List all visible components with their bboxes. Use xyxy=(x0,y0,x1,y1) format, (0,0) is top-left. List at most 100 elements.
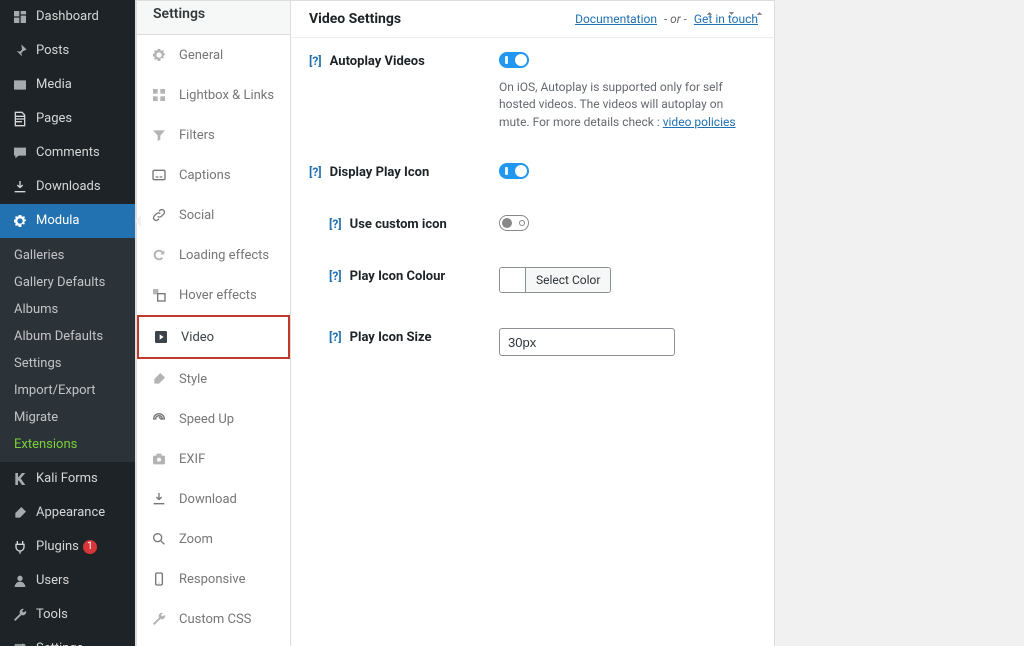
sidebar-item-appearance[interactable]: Appearance xyxy=(0,496,135,530)
sidebar-item-label: Settings xyxy=(36,641,83,646)
comment-icon xyxy=(10,143,30,163)
use-custom-icon-label: Use custom icon xyxy=(350,217,447,232)
sidebar-item-downloads[interactable]: Downloads xyxy=(0,170,135,204)
wrench-icon xyxy=(10,605,30,625)
sidebar-item-kali-forms[interactable]: Kali Forms xyxy=(0,462,135,496)
sidebar-item-settings[interactable]: Settings xyxy=(0,632,135,646)
sidebar-item-media[interactable]: Media xyxy=(0,68,135,102)
sidebar-item-posts[interactable]: Posts xyxy=(0,34,135,68)
update-badge: 1 xyxy=(83,540,97,554)
tab-captions[interactable]: Captions xyxy=(137,155,290,195)
display-play-icon-toggle[interactable] xyxy=(499,163,529,179)
autoplay-toggle[interactable] xyxy=(499,52,529,68)
panel-arrow-down-icon[interactable] xyxy=(724,6,738,20)
autoplay-description: On iOS, Autoplay is supported only for s… xyxy=(499,79,756,131)
tab-social[interactable]: Social xyxy=(137,195,290,235)
panel-collapse-icon[interactable] xyxy=(752,6,766,20)
submenu-galleries[interactable]: Galleries xyxy=(0,242,135,269)
tab-label: Style xyxy=(179,372,207,387)
play-icon-size-label: Play Icon Size xyxy=(350,330,432,345)
tab-speed-up[interactable]: Speed Up xyxy=(137,399,290,439)
sidebar-item-comments[interactable]: Comments xyxy=(0,136,135,170)
sidebar-item-users[interactable]: Users xyxy=(0,564,135,598)
dashboard-icon xyxy=(10,7,30,27)
tab-label: Download xyxy=(179,492,237,507)
tab-label: Hover effects xyxy=(179,288,257,303)
download-icon xyxy=(10,177,30,197)
tab-zoom[interactable]: Zoom xyxy=(137,519,290,559)
sidebar-item-label: Plugins xyxy=(36,539,79,555)
zoom-icon xyxy=(149,529,169,549)
sidebar-item-label: Users xyxy=(36,573,69,589)
tab-lightbox-links[interactable]: Lightbox & Links xyxy=(137,75,290,115)
brush-icon xyxy=(149,369,169,389)
play-icon-colour-label: Play Icon Colour xyxy=(350,269,446,284)
submenu-settings[interactable]: Settings xyxy=(0,350,135,377)
documentation-link[interactable]: Documentation xyxy=(575,12,657,26)
tab-loading-effects[interactable]: Loading effects xyxy=(137,235,290,275)
submenu-albums[interactable]: Albums xyxy=(0,296,135,323)
sidebar-item-label: Pages xyxy=(36,111,72,127)
sidebar-item-label: Tools xyxy=(36,607,68,623)
sidebar-item-tools[interactable]: Tools xyxy=(0,598,135,632)
sidebar-item-plugins[interactable]: Plugins 1 xyxy=(0,530,135,564)
help-icon[interactable]: [?] xyxy=(329,217,342,231)
sidebar-item-pages[interactable]: Pages xyxy=(0,102,135,136)
select-color-button[interactable]: Select Color xyxy=(526,268,610,292)
tab-label: Custom CSS xyxy=(179,612,251,627)
tab-filters[interactable]: Filters xyxy=(137,115,290,155)
sidebar-item-label: Modula xyxy=(36,213,80,229)
submenu-import-export[interactable]: Import/Export xyxy=(0,377,135,404)
sidebar-item-label: Appearance xyxy=(36,505,105,521)
sidebar-item-label: Downloads xyxy=(36,179,101,195)
panel-heading: Video Settings xyxy=(309,11,401,27)
tab-label: Loading effects xyxy=(179,248,269,263)
colour-swatch xyxy=(500,268,526,292)
filter-icon xyxy=(149,125,169,145)
tab-responsive[interactable]: Responsive xyxy=(137,559,290,599)
sidebar-item-dashboard[interactable]: Dashboard xyxy=(0,0,135,34)
play-icon xyxy=(151,327,171,347)
tab-label: EXIF xyxy=(179,452,205,467)
wrench-icon xyxy=(149,609,169,629)
tab-hover-effects[interactable]: Hover effects xyxy=(137,275,290,315)
help-icon[interactable]: [?] xyxy=(309,54,322,68)
sidebar-item-label: Posts xyxy=(36,43,69,59)
download-icon xyxy=(149,489,169,509)
tab-label: Social xyxy=(179,208,214,223)
tab-download[interactable]: Download xyxy=(137,479,290,519)
tab-style[interactable]: Style xyxy=(137,359,290,399)
pin-icon xyxy=(10,41,30,61)
panel-arrow-up-icon[interactable] xyxy=(702,6,716,20)
tab-exif[interactable]: EXIF xyxy=(137,439,290,479)
submenu-extensions[interactable]: Extensions xyxy=(0,431,135,458)
help-icon[interactable]: [?] xyxy=(329,330,342,344)
tab-label: Zoom xyxy=(179,532,213,547)
submenu-album-defaults[interactable]: Album Defaults xyxy=(0,323,135,350)
gear-icon xyxy=(10,211,30,231)
gauge-icon xyxy=(149,409,169,429)
use-custom-icon-toggle[interactable] xyxy=(499,215,529,231)
k-icon xyxy=(10,469,30,489)
autoplay-label: Autoplay Videos xyxy=(330,54,425,69)
submenu-migrate[interactable]: Migrate xyxy=(0,404,135,431)
video-settings-panel: Video Settings Documentation - or - Get … xyxy=(291,1,774,374)
tab-video[interactable]: Video xyxy=(137,315,290,359)
hover-icon xyxy=(149,285,169,305)
sidebar-item-modula[interactable]: Modula xyxy=(0,204,135,238)
submenu-gallery-defaults[interactable]: Gallery Defaults xyxy=(0,269,135,296)
tab-misc[interactable]: Misc xyxy=(137,639,290,646)
help-icon[interactable]: [?] xyxy=(309,165,322,179)
tab-label: Video xyxy=(181,330,214,345)
tab-label: Responsive xyxy=(179,572,246,587)
video-policies-link[interactable]: video policies xyxy=(663,115,736,129)
wp-admin-sidebar: Dashboard Posts Media Pages Comments Dow… xyxy=(0,0,135,646)
help-icon[interactable]: [?] xyxy=(329,269,342,283)
refresh-icon xyxy=(149,245,169,265)
gear-icon xyxy=(149,45,169,65)
play-icon-colour-picker[interactable]: Select Color xyxy=(499,267,611,293)
tab-general[interactable]: General xyxy=(137,35,290,75)
play-icon-size-input[interactable] xyxy=(499,328,675,356)
tab-custom-css[interactable]: Custom CSS xyxy=(137,599,290,639)
settings-tabs: Settings General Lightbox & Links Filter… xyxy=(136,1,291,646)
